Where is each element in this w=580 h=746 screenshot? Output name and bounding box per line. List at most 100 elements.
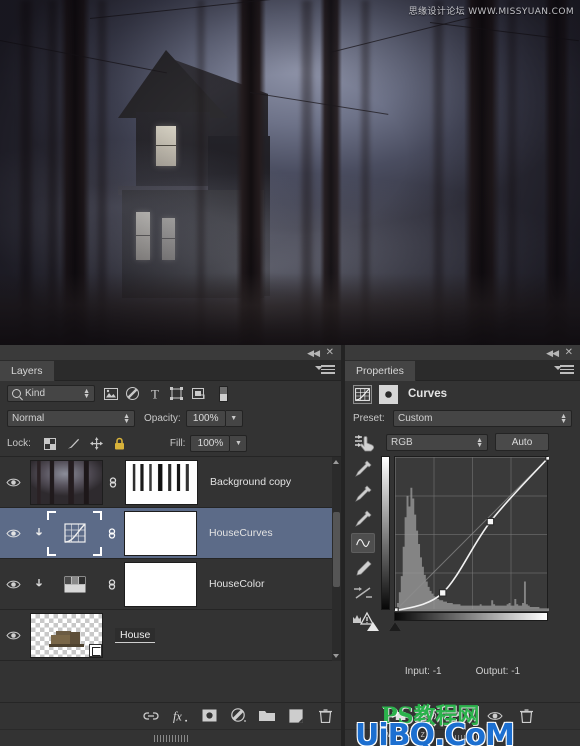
layer-filter-row: Kind ▲ ▼ T (0, 381, 341, 406)
layer-list-scrollbar[interactable] (332, 457, 341, 661)
output-readout: Output: -1 (475, 666, 521, 677)
layer-name[interactable]: House (115, 627, 156, 643)
layer-thumbnail[interactable] (30, 459, 103, 505)
layer-mask-thumbnail[interactable] (124, 561, 197, 607)
layer-visibility-toggle[interactable] (0, 528, 27, 539)
preset-select[interactable]: Custom ▲ ▼ (393, 410, 572, 427)
blend-mode-value: Normal (12, 413, 45, 424)
opacity-stepper[interactable]: ▼ (225, 410, 243, 427)
link-layers-icon[interactable] (143, 708, 159, 724)
smooth-curve-icon[interactable] (351, 583, 375, 603)
curve-control-point (486, 517, 495, 526)
layer-mask-link-icon[interactable] (103, 475, 122, 490)
layer-name[interactable]: HouseCurves (209, 527, 273, 539)
layer-row-housecurves[interactable]: HouseCurves (0, 508, 341, 559)
clip-to-layer-icon[interactable] (390, 708, 407, 724)
delete-layer-icon[interactable] (317, 708, 333, 724)
black-point-slider[interactable] (389, 622, 401, 631)
layer-row-background-copy[interactable]: Background copy (0, 457, 341, 508)
new-adjustment-layer-icon[interactable] (230, 708, 246, 724)
close-icon[interactable]: ✕ (565, 347, 573, 359)
curves-adjustment-icon[interactable] (353, 384, 372, 404)
layer-style-fx-icon[interactable]: fx (172, 708, 188, 724)
lock-image-icon[interactable] (67, 437, 80, 450)
curves-editor[interactable] (345, 456, 580, 634)
layer-row-housecolor[interactable]: HouseColor (0, 559, 341, 610)
add-mask-icon[interactable] (201, 708, 217, 724)
layer-thumbnail[interactable] (47, 511, 102, 556)
opacity-input[interactable]: 100% (185, 410, 226, 427)
layer-thumbnail[interactable] (30, 612, 103, 658)
lock-position-icon[interactable] (89, 437, 103, 450)
scroll-down-icon[interactable] (333, 654, 339, 658)
layer-mask-thumbnail[interactable] (124, 510, 197, 556)
layer-list[interactable]: Background copy HouseCurves HouseColor H… (0, 456, 341, 661)
channel-row: RGB ▲ ▼ Auto (345, 430, 580, 456)
panel-resize-grip[interactable] (0, 729, 341, 746)
curves-plot (395, 457, 549, 611)
lock-transparent-icon[interactable] (44, 437, 57, 450)
new-layer-icon[interactable] (288, 708, 304, 724)
pencil-draw-icon[interactable] (351, 558, 375, 578)
filter-kind-label: Kind (25, 388, 46, 399)
blend-mode-row: Normal ▲ ▼ Opacity: 100% ▼ (0, 406, 341, 431)
tab-layers[interactable]: Layers (0, 361, 55, 381)
layer-mask-link-icon[interactable] (102, 577, 121, 592)
collapse-icon[interactable]: ◀◀ (546, 347, 559, 359)
close-icon[interactable]: ✕ (326, 347, 334, 359)
collapse-icon[interactable]: ◀◀ (307, 347, 320, 359)
watermark-top: 思缘设计论坛 WWW.MISSYUAN.COM (408, 7, 574, 17)
new-group-icon[interactable] (259, 708, 275, 724)
layer-mask-thumbnail[interactable] (125, 459, 198, 505)
type-filter-icon[interactable]: T (147, 386, 162, 401)
auto-button[interactable]: Auto (495, 433, 549, 451)
layer-thumbnail[interactable] (47, 563, 102, 605)
curves-graph[interactable] (394, 456, 549, 611)
view-previous-state-icon[interactable] (422, 708, 439, 724)
filter-toggle-switch[interactable] (219, 385, 228, 402)
reset-icon[interactable] (455, 708, 471, 724)
layer-visibility-toggle[interactable] (0, 477, 27, 488)
lock-all-icon[interactable] (113, 437, 126, 450)
preset-label: Preset: (353, 413, 385, 424)
layers-tab-row: Layers (0, 361, 341, 381)
curve-edit-icon[interactable] (351, 533, 375, 553)
curve-control-point (438, 589, 447, 597)
filter-kind-select[interactable]: Kind ▲ ▼ (7, 385, 95, 402)
fill-input[interactable]: 100% (190, 435, 231, 452)
layer-visibility-toggle[interactable] (0, 630, 27, 641)
scrollbar-thumb[interactable] (333, 512, 340, 587)
panel-resize-grip[interactable] (345, 729, 580, 746)
layer-visibility-toggle[interactable] (0, 579, 27, 590)
white-point-slider[interactable] (367, 622, 379, 631)
delete-adjustment-icon[interactable] (519, 708, 535, 724)
gray-point-eyedropper-icon[interactable] (351, 483, 375, 503)
panel-menu-icon[interactable] (315, 365, 335, 376)
on-image-adjust-icon[interactable] (353, 432, 379, 452)
preset-row: Preset: Custom ▲ ▼ (345, 407, 580, 430)
black-point-eyedropper-icon[interactable] (351, 458, 375, 478)
layer-name[interactable]: Background copy (210, 476, 291, 488)
scroll-up-icon[interactable] (333, 460, 339, 464)
document-canvas[interactable]: 思缘设计论坛 WWW.MISSYUAN.COM (0, 0, 580, 345)
blend-mode-select[interactable]: Normal ▲ ▼ (7, 410, 135, 427)
channel-select[interactable]: RGB ▲ ▼ (386, 433, 488, 451)
toggle-visibility-icon[interactable] (486, 708, 503, 724)
tab-properties[interactable]: Properties (345, 361, 416, 381)
layer-mask-link-icon[interactable] (102, 526, 121, 541)
smart-object-filter-icon[interactable] (191, 386, 206, 401)
panel-menu-icon[interactable] (554, 365, 574, 376)
shape-filter-icon[interactable] (169, 386, 184, 401)
image-filter-icon[interactable] (103, 386, 118, 401)
layer-row-house[interactable]: House (0, 610, 341, 661)
fill-stepper[interactable]: ▼ (230, 435, 248, 452)
white-point-eyedropper-icon[interactable] (351, 508, 375, 528)
mask-properties-icon[interactable] (379, 384, 398, 404)
layer-name[interactable]: HouseColor (209, 578, 264, 590)
input-gradient-bar (394, 612, 548, 621)
selection-focus-frame (47, 511, 102, 556)
fill-label: Fill: (169, 438, 186, 449)
adjustment-filter-icon[interactable] (125, 386, 140, 401)
clipping-mask-indicator-icon (27, 578, 47, 591)
clipping-mask-indicator-icon (27, 527, 47, 540)
